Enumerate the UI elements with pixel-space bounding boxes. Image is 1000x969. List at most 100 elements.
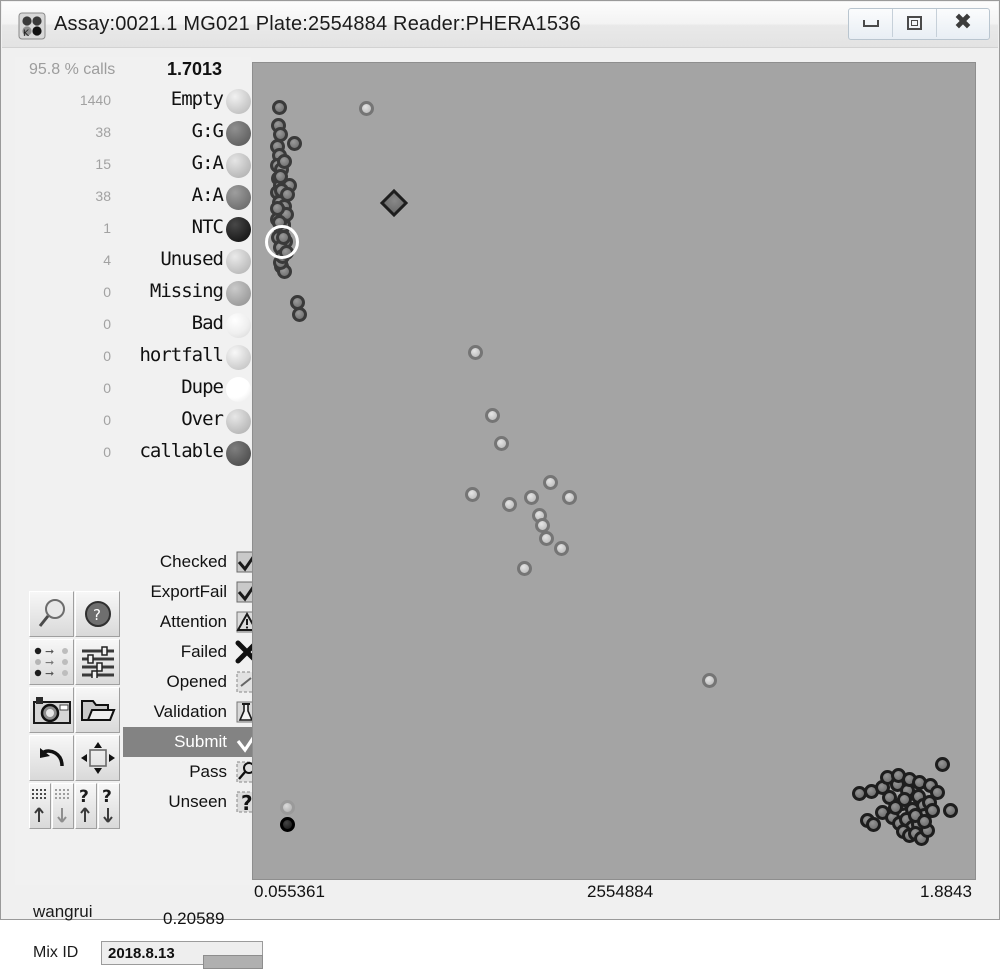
svg-text:?: ? — [241, 791, 253, 814]
data-point[interactable] — [501, 497, 517, 513]
tool-palette: ? ➞ ➞ ➞ ? ? — [29, 591, 121, 831]
legend-row[interactable]: 1440 Empty — [15, 85, 251, 117]
minimize-button[interactable] — [849, 9, 893, 37]
legend-row[interactable]: 15 G:A — [15, 149, 251, 181]
legend-color-sphere[interactable] — [226, 217, 251, 242]
grid-down-icon — [55, 789, 69, 823]
sliders-icon — [81, 646, 114, 678]
title-bar: K Assay:0021.1 MG021 Plate:2554884 Reade… — [2, 2, 998, 48]
legend-row[interactable]: 0 Bad — [15, 309, 251, 341]
data-point[interactable] — [865, 816, 881, 832]
data-point[interactable] — [554, 540, 570, 556]
horizontal-scrollbar-thumb[interactable] — [203, 955, 263, 969]
legend-color-sphere[interactable] — [226, 377, 251, 402]
status-row-checked[interactable]: Checked — [123, 547, 265, 577]
legend-row[interactable]: 38 G:G — [15, 117, 251, 149]
data-point[interactable] — [516, 561, 532, 577]
data-point[interactable] — [929, 785, 945, 801]
resize-arrows-icon — [80, 742, 115, 774]
status-row-pass[interactable]: Pass — [123, 757, 265, 787]
unknown-down-button[interactable]: ? — [98, 783, 120, 829]
data-point[interactable] — [287, 136, 303, 152]
legend-row[interactable]: 4 Unused — [15, 245, 251, 277]
legend-color-sphere[interactable] — [226, 249, 251, 274]
legend-count: 0 — [103, 412, 111, 428]
legend-row[interactable]: 0 Over — [15, 405, 251, 437]
data-point[interactable] — [494, 436, 510, 452]
svg-text:?: ? — [93, 606, 101, 624]
undo-button[interactable] — [29, 735, 74, 781]
legend-color-sphere[interactable] — [226, 185, 251, 210]
legend-row[interactable]: 0 Missing — [15, 277, 251, 309]
data-point[interactable] — [359, 100, 375, 116]
data-point[interactable] — [561, 489, 577, 505]
legend-color-sphere[interactable] — [226, 409, 251, 434]
question-globe-icon: ? — [84, 601, 111, 627]
data-point[interactable] — [280, 816, 296, 832]
legend-count: 0 — [103, 348, 111, 364]
status-row-exportfail[interactable]: ExportFail — [123, 577, 265, 607]
zoom-magnifier-button[interactable] — [29, 591, 74, 637]
status-row-submit[interactable]: Submit — [123, 727, 265, 757]
data-point[interactable] — [291, 307, 307, 323]
data-point[interactable] — [935, 756, 951, 772]
question-down-icon: ? — [102, 787, 113, 823]
data-point[interactable] — [542, 474, 558, 490]
status-row-failed[interactable]: Failed — [123, 637, 265, 667]
legend-count: 0 — [103, 316, 111, 332]
legend-color-sphere[interactable] — [226, 441, 251, 466]
status-row-attention[interactable]: Attention — [123, 607, 265, 637]
user-name-label: wangrui — [33, 902, 93, 921]
magnifier-icon — [38, 599, 65, 627]
lower-threshold-value: 0.20589 — [163, 909, 225, 928]
unknown-up-button[interactable]: ? — [75, 783, 97, 829]
legend-color-sphere[interactable] — [226, 281, 251, 306]
grid-up-button[interactable] — [29, 783, 51, 829]
minimize-icon — [862, 19, 879, 27]
settings-sliders-button[interactable] — [75, 639, 120, 685]
grid-down-button[interactable] — [52, 783, 74, 829]
x-axis-labels: 0.055361 2554884 1.8843 — [252, 882, 976, 910]
data-point[interactable] — [485, 408, 501, 424]
maximize-button[interactable] — [893, 9, 937, 37]
legend-color-sphere[interactable] — [226, 345, 251, 370]
legend-color-sphere[interactable] — [226, 89, 251, 114]
data-point[interactable] — [271, 99, 287, 115]
data-point[interactable] — [280, 186, 295, 202]
legend-row[interactable]: 0 callable — [15, 437, 251, 469]
maximize-icon — [907, 16, 922, 30]
data-point[interactable] — [524, 489, 540, 505]
legend-color-sphere[interactable] — [226, 153, 251, 178]
help-button[interactable]: ? — [75, 591, 120, 637]
window-title: Assay:0021.1 MG021 Plate:2554884 Reader:… — [54, 13, 581, 35]
data-point[interactable] — [280, 799, 296, 815]
status-label: Attention — [159, 612, 227, 631]
legend-row[interactable]: 0 hortfall — [15, 341, 251, 373]
scatter-plot[interactable] — [252, 62, 976, 880]
open-folder-button[interactable] — [75, 687, 120, 733]
legend-row[interactable]: 38 A:A — [15, 181, 251, 213]
legend-row[interactable]: 0 Dupe — [15, 373, 251, 405]
data-point-diamond[interactable] — [379, 188, 408, 217]
data-point[interactable] — [464, 487, 480, 503]
legend-color-sphere[interactable] — [226, 121, 251, 146]
data-point[interactable] — [539, 530, 555, 546]
data-point[interactable] — [702, 673, 718, 689]
data-point[interactable] — [277, 153, 293, 169]
legend-row[interactable]: 1 NTC — [15, 213, 251, 245]
status-row-validation[interactable]: Validation — [123, 697, 265, 727]
fit-view-button[interactable] — [75, 735, 120, 781]
data-point[interactable] — [943, 802, 959, 818]
status-filter-list: Checked ExportFail Attention Failed Opened Va… — [123, 547, 265, 817]
folder-icon — [80, 700, 115, 721]
data-point[interactable] — [468, 344, 484, 360]
status-row-opened[interactable]: Opened — [123, 667, 265, 697]
data-point[interactable] — [273, 168, 289, 184]
legend-color-sphere[interactable] — [226, 313, 251, 338]
close-button[interactable]: ✖ — [937, 9, 989, 37]
legend-count: 4 — [103, 252, 111, 268]
status-row-unseen[interactable]: Unseen? — [123, 787, 265, 817]
transform-points-button[interactable]: ➞ ➞ ➞ — [29, 639, 74, 685]
selected-point-highlight-ring[interactable] — [264, 224, 299, 259]
snapshot-button[interactable] — [29, 687, 74, 733]
